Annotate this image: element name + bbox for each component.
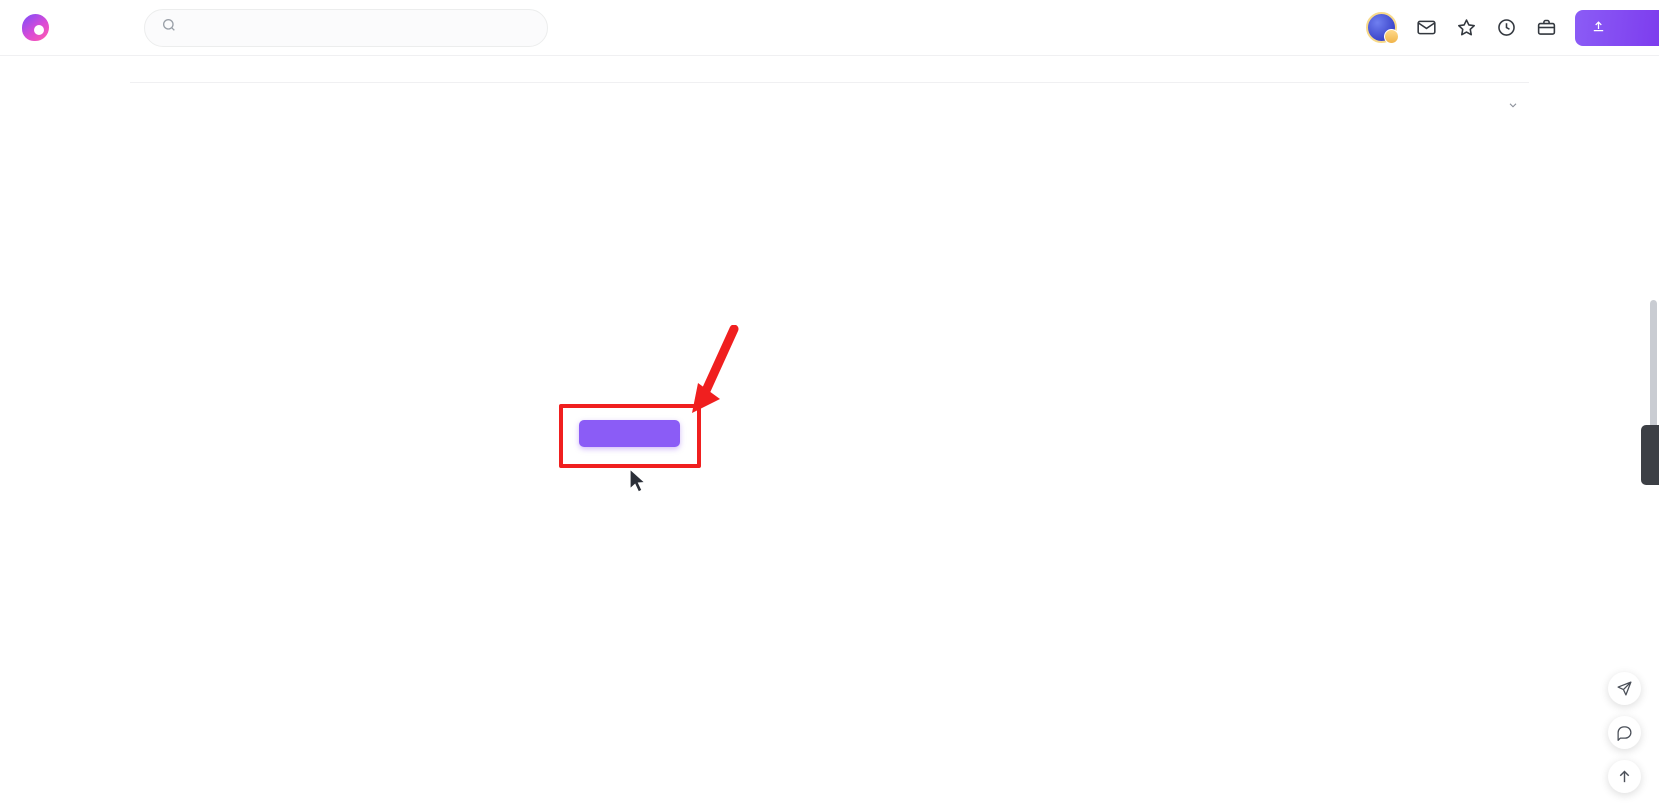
- avatar[interactable]: [1366, 12, 1399, 44]
- chat-icon[interactable]: [1608, 716, 1641, 749]
- sort-bar: [0, 83, 1659, 129]
- header-actions: [1366, 9, 1659, 46]
- filter-panel: [0, 56, 1659, 70]
- side-panel-toggle[interactable]: [1641, 425, 1659, 485]
- search-icon: [161, 17, 177, 38]
- search-area: [144, 8, 548, 47]
- boardmix-logo-icon: [22, 14, 49, 41]
- mail-icon[interactable]: [1415, 17, 1437, 39]
- chevron-down-icon: [1507, 99, 1519, 114]
- brand-logo-group[interactable]: [22, 14, 58, 41]
- star-icon[interactable]: [1455, 17, 1477, 39]
- clock-icon[interactable]: [1495, 17, 1517, 39]
- briefcase-icon[interactable]: [1535, 17, 1557, 39]
- top-header: [0, 0, 1659, 56]
- send-icon[interactable]: [1608, 672, 1641, 705]
- search-input[interactable]: [186, 20, 531, 35]
- annotation-arrow-icon: [692, 325, 739, 413]
- free-zone-dropdown[interactable]: [1501, 99, 1519, 114]
- floating-toolbar: [1608, 672, 1641, 793]
- mouse-cursor-icon: [629, 468, 647, 493]
- upload-icon: [1591, 19, 1606, 37]
- app-root: [0, 0, 1659, 811]
- scroll-top-icon[interactable]: [1608, 760, 1641, 793]
- publish-button[interactable]: [1575, 9, 1659, 46]
- use-now-button[interactable]: [579, 420, 680, 447]
- template-grid: [0, 129, 1659, 137]
- search-box[interactable]: [144, 8, 548, 47]
